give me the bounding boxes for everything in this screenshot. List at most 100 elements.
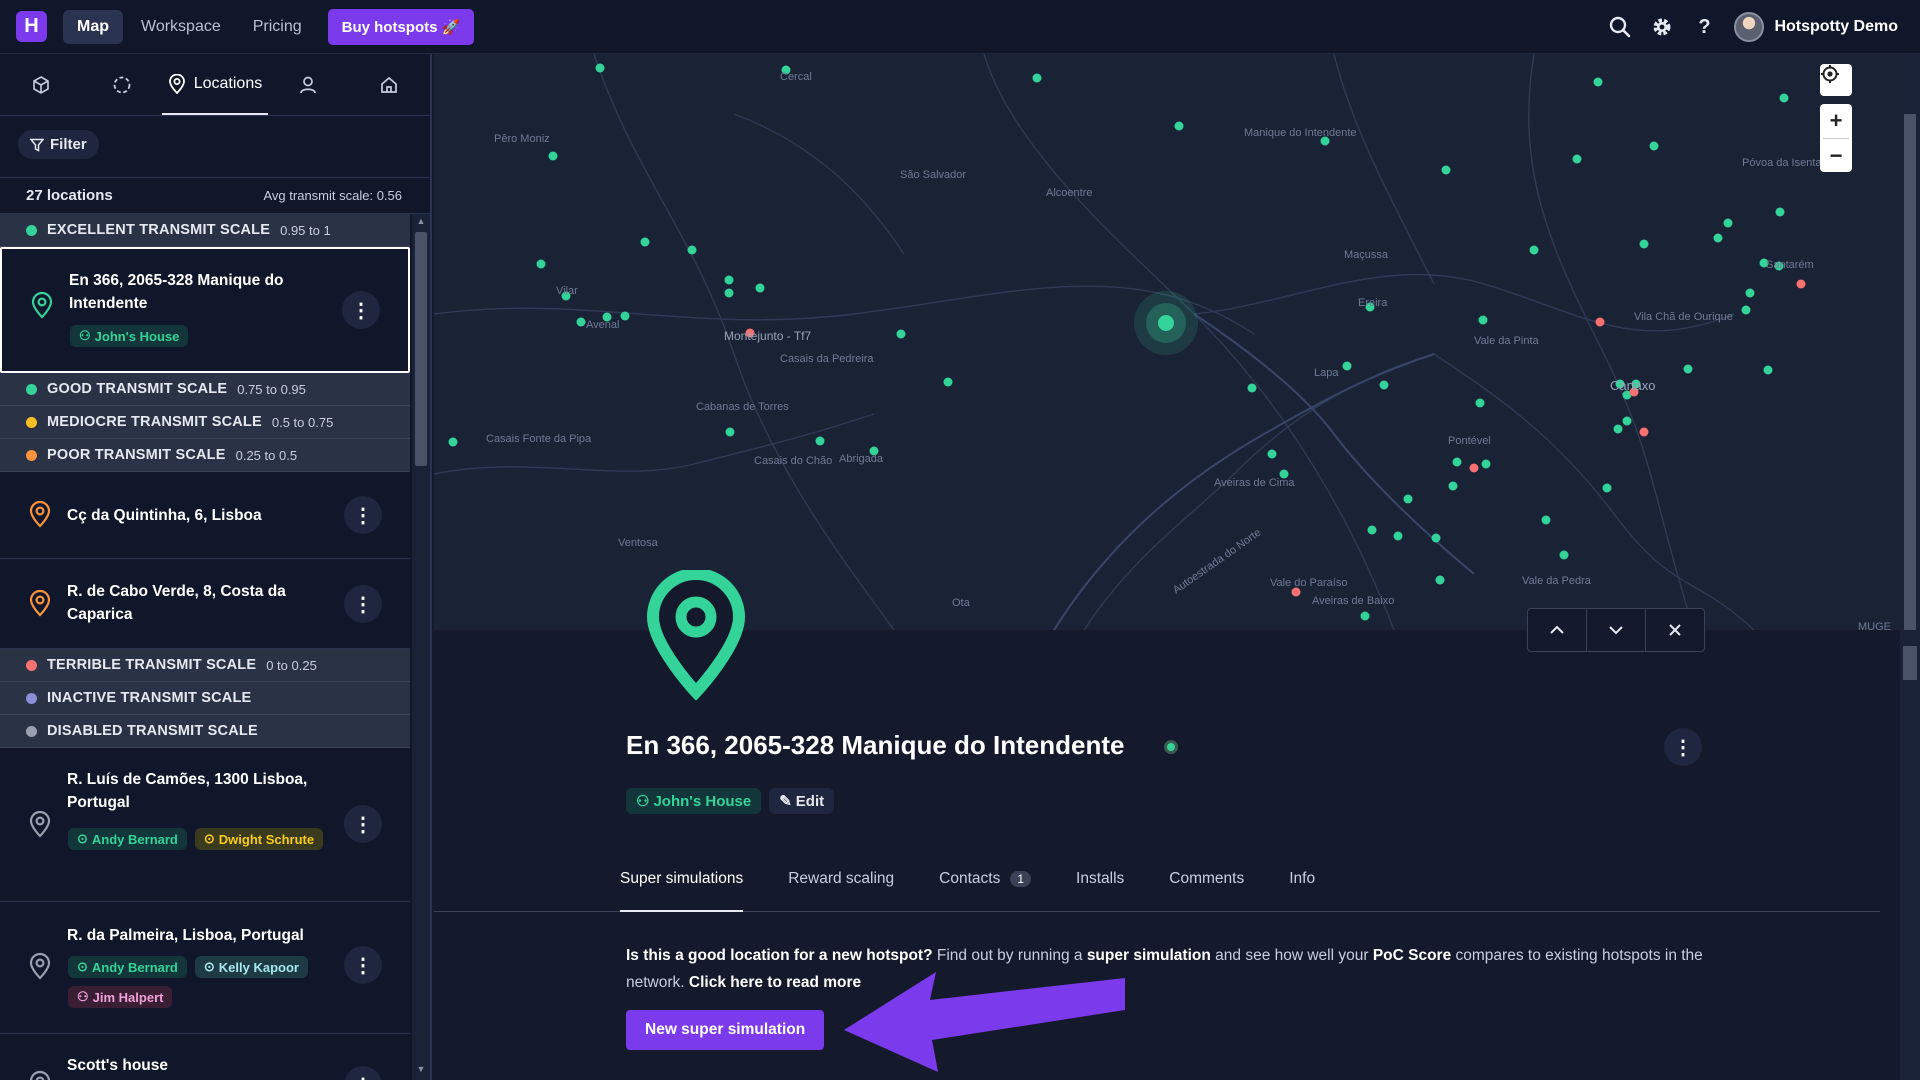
buy-hotspots-button[interactable]: Buy hotspots 🚀 (327, 8, 475, 45)
hotspot-marker[interactable] (1475, 398, 1485, 408)
nav-pricing[interactable]: Pricing (239, 10, 316, 44)
hotspot-marker[interactable] (536, 259, 546, 269)
hotspot-marker[interactable] (1342, 361, 1352, 371)
help-icon[interactable]: ? (1692, 15, 1716, 39)
group-good[interactable]: GOOD TRANSMIT SCALE 0.75 to 0.95 (0, 373, 410, 406)
more-options-button[interactable]: ⋮ (342, 291, 380, 329)
hotspot-marker[interactable] (1032, 73, 1042, 83)
hotspot-marker[interactable] (724, 275, 734, 285)
hotspot-marker[interactable] (943, 377, 953, 387)
group-poor[interactable]: POOR TRANSMIT SCALE 0.25 to 0.5 (0, 439, 410, 472)
next-location-button[interactable] (1587, 609, 1646, 651)
hotspot-marker[interactable] (1796, 279, 1806, 289)
hotspot-marker[interactable] (620, 311, 630, 321)
more-options-button[interactable]: ⋮ (344, 805, 382, 843)
hotspot-marker[interactable] (640, 237, 650, 247)
user-tag[interactable]: ⚇ John's House (70, 325, 189, 347)
hotspot-marker[interactable] (1441, 165, 1451, 175)
edit-button[interactable]: ✎ Edit (769, 788, 835, 814)
list-item[interactable]: R. Luís de Camões, 1300 Lisboa, Portugal… (0, 748, 410, 902)
tab-info[interactable]: Info (1289, 862, 1315, 912)
hotspot-marker[interactable] (1622, 416, 1632, 426)
hotspot-marker[interactable] (896, 329, 906, 339)
user-tag[interactable]: ⊙ Andy Bernard (68, 956, 187, 978)
tab-hotspots[interactable] (0, 54, 81, 115)
tab-users[interactable] (268, 54, 349, 115)
more-options-button[interactable]: ⋮ (344, 496, 382, 534)
filter-button[interactable]: Filter (18, 130, 99, 159)
hotspot-marker[interactable] (1779, 93, 1789, 103)
hotspot-marker[interactable] (1639, 239, 1649, 249)
hotspot-marker[interactable] (1602, 483, 1612, 493)
hotspot-marker[interactable] (1469, 463, 1479, 473)
hotspot-marker[interactable] (1595, 317, 1605, 327)
list-item[interactable]: R. de Cabo Verde, 8, Costa da Caparica ⋮ (0, 559, 410, 649)
zoom-in-button[interactable]: + (1830, 104, 1843, 138)
hotspot-marker[interactable] (595, 63, 605, 73)
map-canvas[interactable]: Pêro Moniz Cercal São Salvador Alcoentre… (434, 54, 1900, 630)
new-super-simulation-button[interactable]: New super simulation (626, 1010, 825, 1050)
nav-map[interactable]: Map (63, 9, 123, 44)
hotspot-marker[interactable] (1481, 459, 1491, 469)
hotspot-marker[interactable] (1403, 494, 1413, 504)
scroll-up-arrow[interactable]: ▲ (412, 216, 430, 230)
hotspot-marker[interactable] (724, 288, 734, 298)
close-button[interactable] (1646, 609, 1704, 651)
list-item[interactable]: R. da Palmeira, Lisboa, Portugal ⊙ Andy B… (0, 902, 410, 1034)
hotspot-marker[interactable] (687, 245, 697, 255)
hotspot-marker[interactable] (1723, 218, 1733, 228)
hotspot-marker[interactable] (725, 427, 735, 437)
hotspot-marker[interactable] (1649, 141, 1659, 151)
hotspot-marker[interactable] (1775, 207, 1785, 217)
read-more-link[interactable]: Click here to read more (689, 974, 861, 991)
detail-scrollbar[interactable] (1900, 630, 1920, 1080)
user-tag[interactable]: ⊙ Kelly Kapoor (194, 956, 308, 978)
tab-locations[interactable]: Locations (162, 54, 268, 115)
list-item[interactable]: Scott's house ⋮ (0, 1034, 410, 1080)
user-name[interactable]: Hotspotty Demo (1774, 18, 1898, 36)
hotspot-marker[interactable] (1745, 288, 1755, 298)
hotspot-marker[interactable] (1393, 531, 1403, 541)
group-excellent[interactable]: EXCELLENT TRANSMIT SCALE 0.95 to 1 (0, 214, 410, 247)
hotspot-marker[interactable] (1559, 550, 1569, 560)
more-options-button[interactable]: ⋮ (344, 946, 382, 984)
hotspot-marker[interactable] (1613, 424, 1623, 434)
list-item[interactable]: En 366, 2065-328 Manique do Intendente ⚇… (0, 247, 410, 373)
hotspot-marker[interactable] (1593, 77, 1603, 87)
hotspot-marker[interactable] (1741, 305, 1751, 315)
hotspot-marker[interactable] (1541, 515, 1551, 525)
previous-location-button[interactable] (1528, 609, 1587, 651)
hotspot-marker[interactable] (448, 437, 458, 447)
hotspot-marker[interactable] (548, 151, 558, 161)
hotspot-marker[interactable] (1360, 611, 1370, 621)
hotspot-marker[interactable] (1448, 481, 1458, 491)
nav-workspace[interactable]: Workspace (127, 10, 235, 44)
hotspot-marker[interactable] (1478, 315, 1488, 325)
hotspot-marker[interactable] (1713, 233, 1723, 243)
gear-icon[interactable] (1650, 15, 1674, 39)
hotspot-marker[interactable] (1431, 533, 1441, 543)
avatar[interactable] (1734, 12, 1765, 42)
locations-list[interactable]: EXCELLENT TRANSMIT SCALE 0.95 to 1 En 36… (0, 214, 410, 1080)
hotspot-marker[interactable] (1247, 383, 1257, 393)
tab-contacts[interactable]: Contacts 1 (939, 862, 1032, 912)
scroll-thumb[interactable] (1903, 646, 1917, 680)
zoom-out-button[interactable]: − (1830, 139, 1843, 172)
tab-reward-scaling[interactable]: Reward scaling (788, 862, 894, 912)
group-terrible[interactable]: TERRIBLE TRANSMIT SCALE 0 to 0.25 (0, 649, 410, 682)
hotspot-marker[interactable] (1529, 245, 1539, 255)
map-view[interactable]: Pêro Moniz Cercal São Salvador Alcoentre… (434, 54, 1920, 630)
hotspot-marker[interactable] (1572, 154, 1582, 164)
tab-coverage[interactable] (81, 54, 162, 115)
hotspot-marker[interactable] (576, 317, 586, 327)
hotspot-marker[interactable] (1174, 121, 1184, 131)
locate-me-button[interactable] (1820, 64, 1852, 96)
hotspot-marker[interactable] (815, 436, 825, 446)
more-options-button[interactable]: ⋮ (1664, 728, 1702, 766)
scroll-thumb[interactable] (415, 232, 427, 466)
group-inactive[interactable]: INACTIVE TRANSMIT SCALE (0, 682, 410, 715)
group-mediocre[interactable]: MEDIOCRE TRANSMIT SCALE 0.5 to 0.75 (0, 406, 410, 439)
tab-installs[interactable]: Installs (1076, 862, 1124, 912)
user-tag[interactable]: ⚇ Jim Halpert (68, 986, 173, 1008)
selected-location-marker[interactable] (1158, 315, 1174, 331)
